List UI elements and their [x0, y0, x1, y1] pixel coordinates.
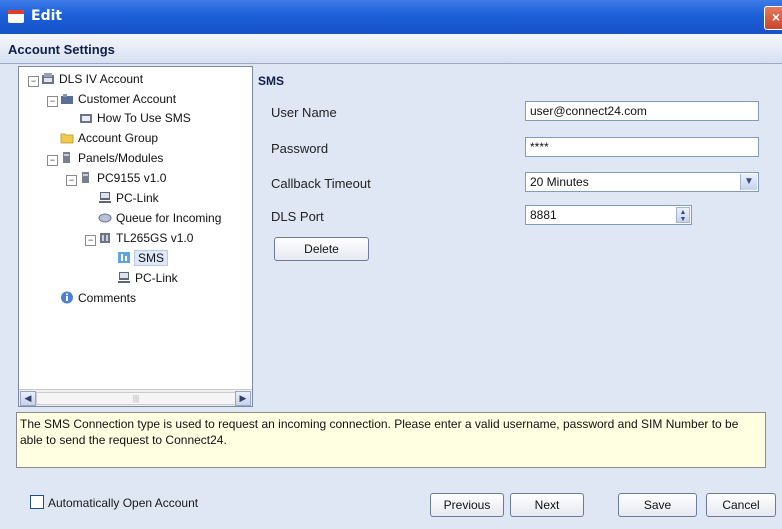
expand-toggle[interactable]: − [66, 175, 77, 186]
previous-button[interactable]: Previous [430, 493, 504, 517]
delete-button[interactable]: Delete [274, 237, 369, 261]
info-icon [60, 291, 74, 304]
tree-item-account-group[interactable]: Account Group [60, 129, 158, 148]
user-name-input[interactable]: user@connect24.com [525, 101, 759, 121]
sms-icon [117, 251, 131, 264]
title-bar: Edit × [0, 0, 782, 34]
auto-open-account[interactable]: Automatically Open Account [30, 495, 198, 510]
app-icon [8, 10, 24, 23]
expand-toggle[interactable]: − [28, 76, 39, 87]
panels-icon [60, 151, 74, 164]
scroll-left-icon[interactable]: ◀ [20, 391, 36, 406]
user-name-label: User Name [271, 105, 337, 120]
expand-toggle[interactable]: − [47, 96, 58, 107]
header-bar: Account Settings [0, 34, 782, 64]
save-button[interactable]: Save [618, 493, 697, 517]
scroll-thumb[interactable]: ||| [36, 392, 236, 405]
next-button[interactable]: Next [510, 493, 584, 517]
tree-item-pc-link[interactable]: PC-Link [98, 189, 159, 208]
close-button[interactable]: × [764, 6, 782, 30]
pc-link-icon [98, 191, 112, 204]
sms-settings-form: SMS User Name user@connect24.com Passwor… [254, 66, 782, 405]
cancel-button[interactable]: Cancel [706, 493, 776, 517]
password-label: Password [271, 141, 329, 156]
customer-icon [60, 92, 74, 105]
help-text: The SMS Connection type is used to reque… [16, 412, 766, 468]
tree-item-how-to-use-sms[interactable]: How To Use SMS [79, 109, 191, 128]
folder-icon [60, 131, 74, 144]
dls-port-value: 8881 [530, 208, 557, 222]
tree-item-panels-modules[interactable]: Panels/Modules [60, 149, 163, 168]
auto-open-checkbox[interactable] [30, 495, 44, 509]
horizontal-scrollbar[interactable]: ◀ ||| ▶ [19, 389, 252, 406]
window-title: Edit [31, 8, 63, 24]
tree-item-dls-account[interactable]: DLS IV Account [41, 70, 143, 89]
callback-timeout-value: 20 Minutes [530, 175, 589, 189]
help-doc-icon [79, 111, 93, 124]
tree-item-comments[interactable]: Comments [60, 289, 136, 308]
tree-item-customer-account[interactable]: Customer Account [60, 90, 176, 109]
panel-icon [79, 171, 93, 184]
chevron-down-icon[interactable]: ▼ [740, 174, 757, 190]
dls-port-stepper[interactable]: 8881 ▲ ▼ [525, 205, 692, 225]
password-input[interactable]: **** [525, 137, 759, 157]
module-icon [98, 231, 112, 244]
expand-toggle[interactable]: − [85, 235, 96, 246]
scroll-right-icon[interactable]: ▶ [235, 391, 251, 406]
tree-item-pc-link[interactable]: PC-Link [117, 269, 178, 288]
tree-item-sms[interactable]: SMS [117, 249, 169, 268]
section-title: SMS [258, 74, 285, 88]
tree-item-tl265gs[interactable]: TL265GS v1.0 [98, 229, 193, 248]
expand-toggle[interactable]: − [47, 155, 58, 166]
tree-item-pc9155[interactable]: PC9155 v1.0 [79, 169, 166, 188]
account-icon [41, 72, 55, 85]
page-title: Account Settings [8, 42, 115, 57]
callback-timeout-select[interactable]: 20 Minutes ▼ [525, 172, 759, 192]
callback-timeout-label: Callback Timeout [271, 176, 371, 191]
queue-icon [98, 211, 112, 224]
account-tree[interactable]: − − − − − DLS IV Account Customer Accoun… [18, 66, 253, 407]
pc-link-icon [117, 271, 131, 284]
dls-port-label: DLS Port [271, 209, 324, 224]
tree-item-queue-for-incoming[interactable]: Queue for Incoming [98, 209, 221, 228]
spinner-arrows-icon[interactable]: ▲ ▼ [676, 207, 690, 223]
auto-open-label: Automatically Open Account [48, 496, 199, 510]
